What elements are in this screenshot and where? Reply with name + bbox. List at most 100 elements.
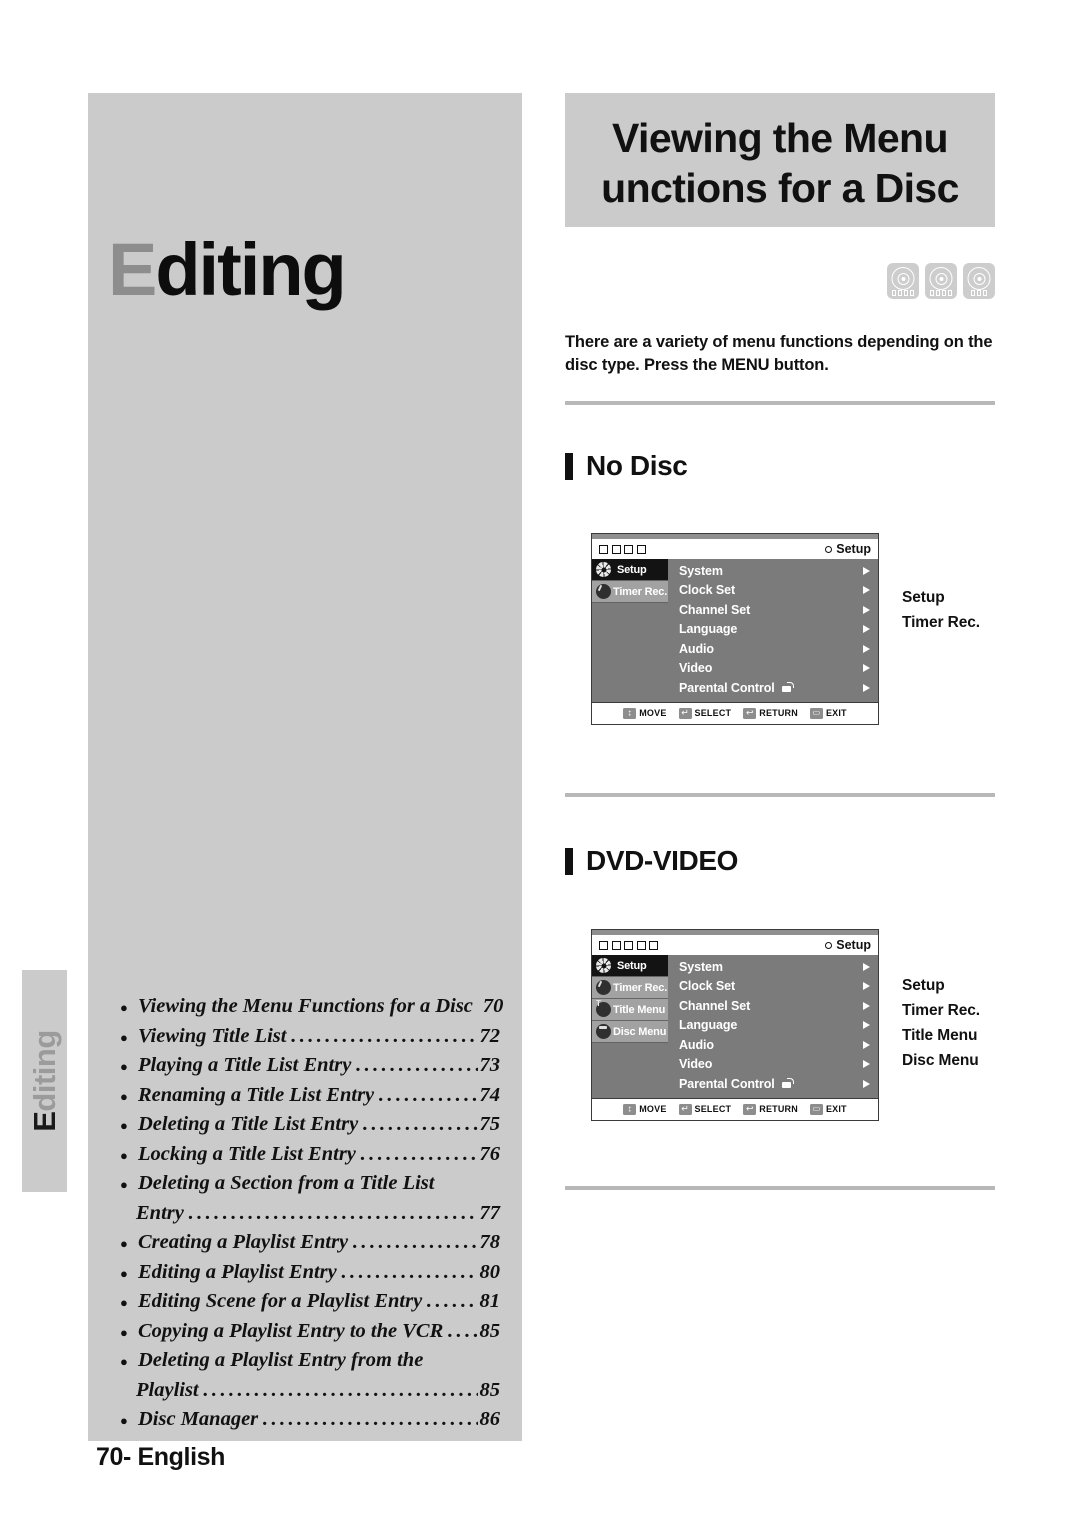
osd-sidebar-tab-label: Setup (617, 563, 647, 576)
chevron-right-icon (863, 962, 870, 971)
toc-leader-dots: ........................................… (355, 1054, 478, 1077)
page-title-banner: Viewing the Menu unctions for a Disc (565, 93, 995, 228)
chevron-right-icon (863, 982, 870, 991)
osd-disc-indicator-square (611, 940, 621, 950)
return-key-icon (743, 1103, 757, 1115)
osd-menu-item-label: Parental Control (679, 680, 775, 695)
osd-disc-indicator-square (624, 544, 633, 554)
osd-sidebar-tab-setup[interactable]: Setup (592, 955, 668, 977)
chevron-right-icon (863, 605, 870, 614)
toc-entry-label: Viewing Title List (138, 1024, 287, 1047)
gear-icon-art (596, 562, 611, 577)
toc-bullet-icon: ● (120, 1236, 128, 1252)
osd-sidebar-tab-timer-rec[interactable]: Timer Rec. (592, 977, 668, 999)
toc-entry-label: Playing a Title List Entry (138, 1054, 352, 1077)
osd-caption: Disc Menu (902, 1052, 979, 1070)
chevron-right-icon (863, 625, 870, 634)
dvd-r-badge (963, 263, 995, 299)
osd-disc-indicator-square (611, 544, 621, 554)
osd-menu-item-language[interactable]: Language (668, 620, 878, 640)
chevron-right-icon (863, 1079, 870, 1088)
osd-footer-hint-label: SELECT (694, 708, 732, 718)
dvd-rw-badge (925, 263, 957, 299)
toc-page-number: 76 (479, 1142, 501, 1165)
osd-menu-item-audio[interactable]: Audio (668, 639, 878, 659)
osd-sidebar-tab-disc-menu[interactable]: Disc Menu (592, 1021, 668, 1043)
toc-bullet-icon: ● (120, 1177, 128, 1193)
return-key-icon (743, 707, 757, 719)
divider-rule-bottom (565, 1186, 995, 1190)
osd-menu-item-language[interactable]: Language (668, 1016, 878, 1036)
osd-footer-bar: MOVE SELECT RETURN EXIT (592, 1097, 878, 1120)
toc-entry-label: Editing a Playlist Entry (138, 1260, 337, 1283)
osd-menu-item-label: Channel Set (679, 602, 751, 617)
toc-page-number: 77 (479, 1201, 501, 1224)
toc-entry-label: Playlist (136, 1378, 199, 1401)
osd-disc-indicator-square (599, 544, 608, 554)
toc-entry: ● Viewing Title List.....................… (118, 1023, 500, 1049)
osd-menu-item-clock-set[interactable]: Clock Set (668, 977, 878, 997)
disc-block-marks (925, 290, 957, 296)
exit-key-icon (809, 1103, 823, 1115)
osd-footer-hint-label: MOVE (639, 1104, 667, 1114)
chevron-right-icon (863, 586, 870, 595)
toc-entry: ● Creating a Playlist Entry..............… (118, 1229, 500, 1255)
osd-menu-item-clock-set[interactable]: Clock Set (668, 581, 878, 601)
osd-menu-item-video[interactable]: Video (668, 1055, 878, 1075)
chapter-title: Editing (108, 233, 347, 307)
toc-leader-dots: ........................................… (378, 1083, 477, 1106)
disc-block-mark (929, 290, 935, 296)
toc-entry-label: Deleting a Title List Entry (138, 1113, 359, 1136)
disc-pie-icon (595, 1023, 612, 1040)
osd-caption: Timer Rec. (902, 1002, 980, 1020)
osd-title-right: Setup (825, 938, 871, 952)
osd-disc-indicator-square (649, 940, 658, 950)
divider-rule-top (565, 401, 995, 405)
osd-sidebar-tab-timer-rec[interactable]: Timer Rec. (592, 581, 668, 603)
osd-menu-item-parental-control[interactable]: Parental Control (668, 678, 878, 698)
disc-type-badges (887, 263, 995, 299)
clock-pie-icon (595, 583, 612, 600)
toc-entry-label: Locking a Title List Entry (138, 1142, 356, 1165)
chapter-panel: Editing ● Viewing the Menu Functions for … (88, 93, 522, 1441)
osd-menu-item-parental-control[interactable]: Parental Control (668, 1074, 878, 1094)
osd-title-right-label: Setup (836, 938, 871, 952)
toc-bullet-icon: ● (120, 1147, 128, 1163)
toc-leader-dots: ........................................… (340, 1260, 478, 1283)
toc-entry: ● Deleting a Section from a Title List (118, 1170, 500, 1196)
chapter-side-tab-initial: E (26, 1111, 62, 1132)
osd-footer-hint-label: EXIT (825, 708, 847, 718)
osd-menu-item-audio[interactable]: Audio (668, 1035, 878, 1055)
divider-rule-middle (565, 793, 995, 797)
osd-menu-item-video[interactable]: Video (668, 659, 878, 679)
osd-sidebar-tab-title-menu[interactable]: Title Menu (592, 999, 668, 1021)
osd-screenshot-dvd-video: SetupSetupTimer Rec.Title MenuDisc MenuS… (591, 929, 879, 1121)
toc-bullet-icon: ● (120, 1324, 128, 1340)
toc-page-number: 75 (479, 1113, 501, 1136)
osd-menu-item-channel-set[interactable]: Channel Set (668, 996, 878, 1016)
osd-menu-list: System Clock Set Channel Set Language Audio V… (668, 955, 878, 1098)
select-key-icon (678, 1103, 692, 1115)
osd-sidebar-tab-setup[interactable]: Setup (592, 559, 668, 581)
disc-block-mark (891, 290, 897, 296)
chevron-right-icon (863, 1040, 870, 1049)
osd-footer-hint-return: RETURN (743, 1103, 798, 1115)
chevron-right-icon (863, 664, 870, 673)
toc-bullet-icon: ● (120, 1354, 128, 1370)
disc-block-marks (887, 290, 919, 296)
toc-entry: Playlist................................… (118, 1377, 500, 1403)
osd-caption: Setup (902, 589, 945, 606)
osd-caption: Setup (902, 977, 945, 994)
osd-menu-item-label: Parental Control (679, 1076, 775, 1091)
osd-sidebar-tab-label: Timer Rec. (613, 585, 668, 598)
osd-menu-list: System Clock Set Channel Set Language Audio V… (668, 559, 878, 702)
osd-menu-item-system[interactable]: System (668, 957, 878, 977)
osd-footer-hint-label: RETURN (759, 1104, 798, 1114)
dvd-ram-badge (887, 263, 919, 299)
table-of-contents: ● Viewing the Menu Functions for a Disc 70… (118, 993, 503, 1436)
toc-leader-dots: ........................................… (202, 1378, 478, 1401)
toc-entry-label: Renaming a Title List Entry (138, 1083, 375, 1106)
osd-menu-item-channel-set[interactable]: Channel Set (668, 600, 878, 620)
osd-menu-item-system[interactable]: System (668, 561, 878, 581)
toc-entry-label: Editing Scene for a Playlist Entry (138, 1290, 423, 1313)
